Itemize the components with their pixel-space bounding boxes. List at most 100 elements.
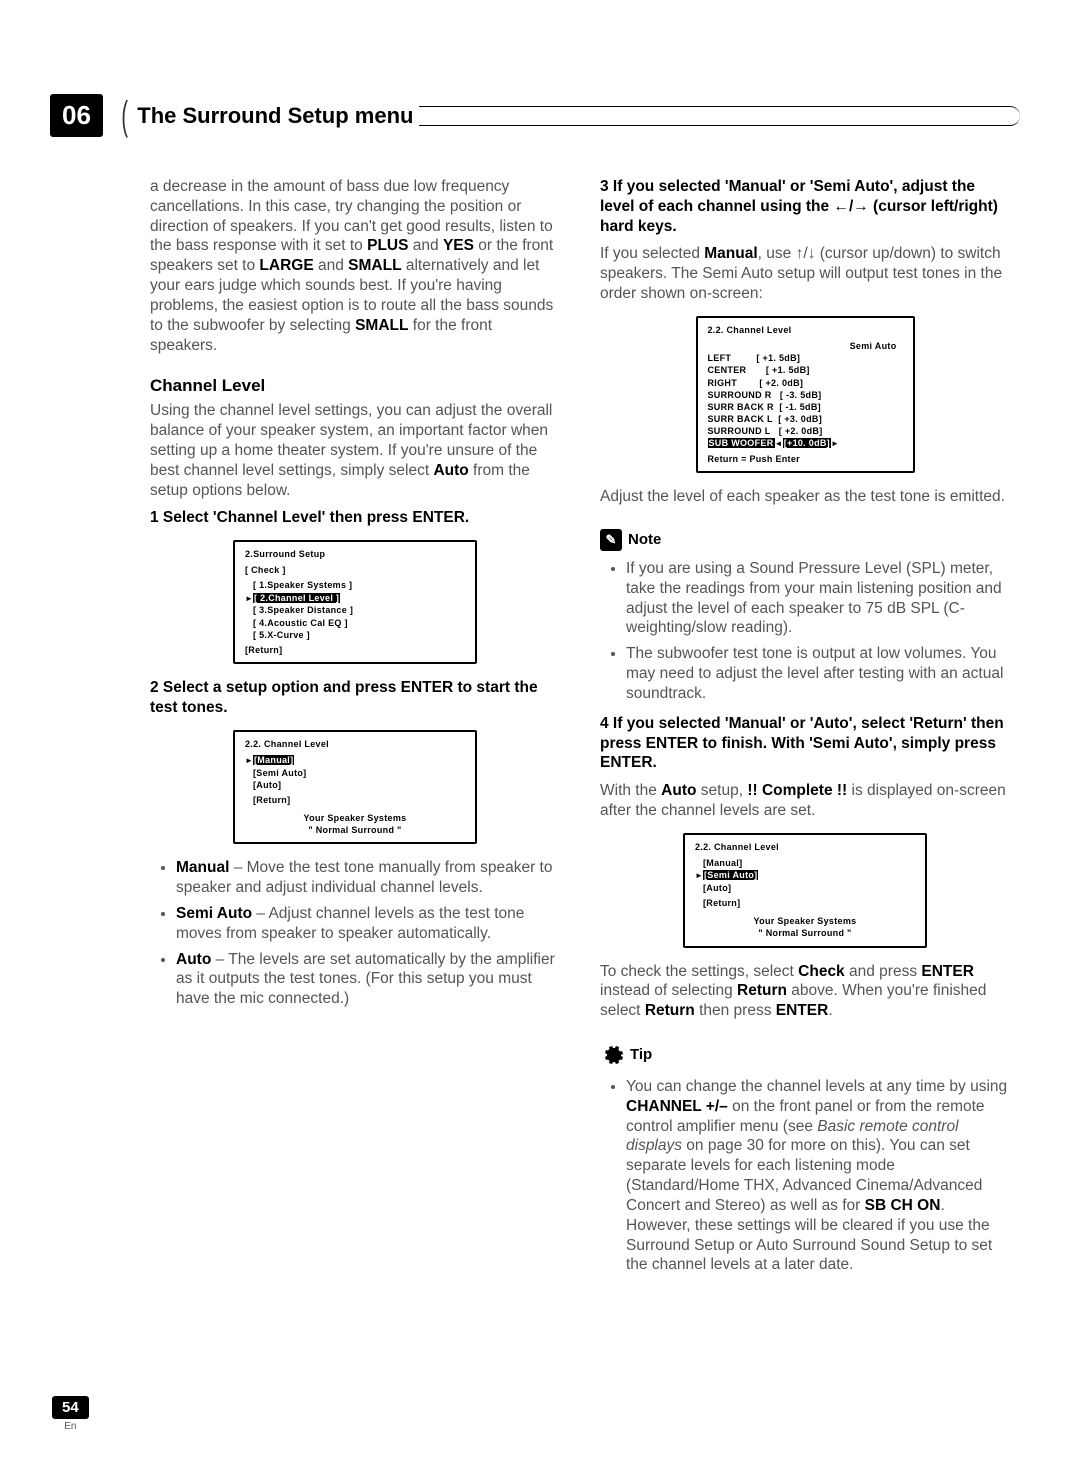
- text-bold: Auto: [176, 951, 211, 968]
- list-item: Manual – Move the test tone manually fro…: [176, 858, 560, 898]
- osd-return: [Return]: [253, 795, 290, 805]
- osd-return: [Return]: [245, 644, 465, 656]
- list-item: The subwoofer test tone is output at low…: [626, 644, 1010, 703]
- step-2: 2 Select a setup option and press ENTER …: [150, 678, 560, 718]
- osd-row: SURR BACK R [ -1. 5dB]: [708, 401, 903, 413]
- tip-label: Tip: [630, 1045, 652, 1064]
- text: To check the settings, select: [600, 963, 798, 980]
- list-item: Auto – The levels are set automatically …: [176, 950, 560, 1009]
- adjust-level-text: Adjust the level of each speaker as the …: [600, 487, 1010, 507]
- tip-badge: Tip: [600, 1043, 652, 1067]
- pencil-icon: ✎: [600, 529, 622, 551]
- left-column: a decrease in the amount of bass due low…: [150, 177, 560, 1285]
- osd-item: [Auto]: [703, 883, 731, 893]
- body-columns: a decrease in the amount of bass due low…: [150, 177, 1010, 1285]
- text-bold: Manual: [176, 859, 229, 876]
- osd-item: [ 5.X-Curve ]: [253, 630, 310, 640]
- text: With the: [600, 782, 661, 799]
- intro-para: a decrease in the amount of bass due low…: [150, 177, 560, 355]
- step-4: 4 If you selected 'Manual' or 'Auto', se…: [600, 714, 1010, 773]
- osd-row: LEFT [ +1. 5dB]: [708, 352, 903, 364]
- text-bold: PLUS: [367, 237, 408, 254]
- arrow-left-right-icon: ←/→: [833, 198, 868, 215]
- osd-channel-level-options-2: 2.2. Channel Level [Manual] [Semi Auto] …: [683, 833, 927, 948]
- section-heading-channel-level: Channel Level: [150, 375, 560, 397]
- text-bold: Semi Auto: [176, 905, 252, 922]
- text: instead of selecting: [600, 982, 737, 999]
- osd-sys2: " Normal Surround ": [245, 824, 465, 836]
- osd-check: [ Check ]: [245, 564, 465, 576]
- cursor-arrow-icon: [245, 755, 253, 765]
- text-bold: SMALL: [348, 257, 401, 274]
- text-bold: SB CH ON: [865, 1197, 941, 1214]
- text-bold: SMALL: [355, 317, 408, 334]
- option-list: Manual – Move the test tone manually fro…: [150, 858, 560, 1009]
- page-footer: 54 En: [52, 1396, 89, 1432]
- osd-item: [ 4.Acoustic Cal EQ ]: [253, 618, 348, 628]
- osd-surround-setup: 2.Surround Setup [ Check ] [ 1.Speaker S…: [233, 540, 477, 664]
- osd-title: 2.2. Channel Level: [695, 841, 915, 853]
- osd-sys1: Your Speaker Systems: [245, 812, 465, 824]
- chapter-number-badge: 06: [50, 94, 103, 137]
- text-bold: Auto: [433, 462, 468, 479]
- chapter-title-wrap: ( The Surround Setup menu: [118, 103, 1020, 129]
- text-bold: Return: [645, 1002, 695, 1019]
- text: and: [408, 237, 442, 254]
- text: then press: [695, 1002, 776, 1019]
- chapter-title: The Surround Setup menu: [137, 103, 413, 129]
- text: – The levels are set automatically by th…: [176, 951, 555, 1008]
- text: – Move the test tone manually from speak…: [176, 859, 552, 896]
- cursor-arrow-icon: [695, 870, 703, 880]
- text-bold: ENTER: [921, 963, 974, 980]
- text: , use: [758, 245, 796, 262]
- step-1: 1 Select 'Channel Level' then press ENTE…: [150, 508, 560, 528]
- text-bold: Return: [737, 982, 787, 999]
- osd-row: CENTER [ +1. 5dB]: [708, 364, 903, 376]
- gear-icon: [600, 1043, 624, 1067]
- osd-title: 2.2. Channel Level: [708, 324, 903, 336]
- note-label: Note: [628, 530, 661, 549]
- osd-return: [Return]: [703, 898, 740, 908]
- step-3: 3 If you selected 'Manual' or 'Semi Auto…: [600, 177, 1010, 236]
- step-3-desc: If you selected Manual, use ↑/↓ (cursor …: [600, 244, 1010, 303]
- osd-item-selected: [ 2.Channel Level ]: [253, 593, 340, 603]
- page: 06 ( The Surround Setup menu a decrease …: [0, 0, 1080, 1482]
- osd-mode: Semi Auto: [708, 340, 903, 352]
- page-number: 54: [52, 1396, 89, 1419]
- osd-item-selected: [Manual]: [253, 755, 294, 765]
- text: and: [314, 257, 348, 274]
- header-rule: [419, 106, 1020, 126]
- list-item: Semi Auto – Adjust channel levels as the…: [176, 904, 560, 944]
- tip-list: You can change the channel levels at any…: [600, 1077, 1010, 1275]
- osd-return: Return = Push Enter: [708, 453, 903, 465]
- text-bold: Auto: [661, 782, 696, 799]
- osd-sys1: Your Speaker Systems: [695, 915, 915, 927]
- osd-item-selected: [Semi Auto]: [703, 870, 758, 880]
- text-bold: Check: [798, 963, 845, 980]
- note-list: If you are using a Sound Pressure Level …: [600, 559, 1010, 704]
- list-item: You can change the channel levels at any…: [626, 1077, 1010, 1275]
- text-bold: ENTER: [776, 1002, 829, 1019]
- text-bold: Manual: [704, 245, 757, 262]
- arrow-up-down-icon: ↑/↓: [796, 245, 816, 262]
- osd-item: [Manual]: [703, 858, 742, 868]
- osd-row-selected: SUB WOOFER◄[+10. 0dB]►: [708, 437, 903, 450]
- paren-left-icon: (: [121, 104, 128, 128]
- osd-title: 2.Surround Setup: [245, 548, 465, 560]
- step-4-desc: With the Auto setup, !! Complete !! is d…: [600, 781, 1010, 821]
- osd-channel-level-options: 2.2. Channel Level [Manual] [Semi Auto] …: [233, 730, 477, 845]
- text-bold: LARGE: [259, 257, 313, 274]
- osd-sys2: " Normal Surround ": [695, 927, 915, 939]
- osd-row: SURROUND L [ +2. 0dB]: [708, 425, 903, 437]
- note-badge: ✎ Note: [600, 529, 661, 551]
- chapter-header: 06 ( The Surround Setup menu: [60, 94, 1020, 137]
- osd-item: [ 1.Speaker Systems ]: [253, 580, 352, 590]
- osd-item: [Semi Auto]: [253, 768, 306, 778]
- text: .: [828, 1002, 832, 1019]
- osd-row: SURR BACK L [ +3. 0dB]: [708, 413, 903, 425]
- osd-title: 2.2. Channel Level: [245, 738, 465, 750]
- lang-label: En: [52, 1421, 89, 1432]
- channel-intro: Using the channel level settings, you ca…: [150, 401, 560, 500]
- osd-item: [ 3.Speaker Distance ]: [253, 605, 353, 615]
- osd-row: SURROUND R [ -3. 5dB]: [708, 389, 903, 401]
